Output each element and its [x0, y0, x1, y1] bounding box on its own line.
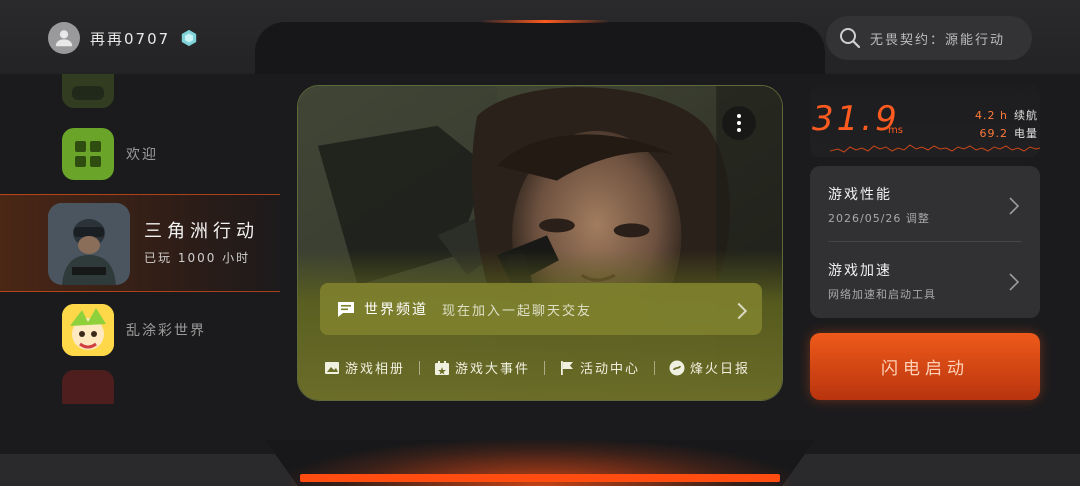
game-boost-title: 游戏加速: [828, 263, 892, 279]
game-performance-row[interactable]: 游戏性能 2026/05/26 调整: [828, 170, 1026, 238]
avatar[interactable]: [48, 22, 80, 54]
search-bar[interactable]: 无畏契约：源能行动: [826, 16, 1032, 60]
more-options-button[interactable]: [722, 106, 756, 140]
world-channel-bar[interactable]: 世界频道 现在加入一起聊天交友: [320, 283, 762, 335]
game-performance-subtitle: 2026/05/26 调整: [828, 212, 930, 225]
game-item-top-partial[interactable]: [62, 74, 126, 108]
user-profile[interactable]: 再再0707: [48, 22, 198, 54]
photo-icon: [325, 361, 339, 374]
performance-stats: 31.9 ms 4.2 h 续航 69.2 电量: [810, 85, 1040, 157]
chat-bubble-icon: [338, 302, 354, 317]
controller-icon: [62, 74, 114, 108]
search-placeholder: 无畏契约：源能行动: [870, 32, 1006, 48]
divider: [654, 360, 656, 375]
link-label: 活动中心: [580, 362, 641, 377]
link-activity-center[interactable]: 活动中心: [559, 358, 640, 377]
battery-life-stat: 4.2 h 续航: [975, 107, 1038, 123]
more-dot-icon: [737, 121, 741, 125]
link-label: 游戏相册: [345, 362, 406, 377]
quick-links: 游戏相册 游戏大事件 活动中心 烽火日报: [324, 358, 750, 377]
game-performance-title: 游戏性能: [828, 187, 892, 203]
game-tools-card: 游戏性能 2026/05/26 调整 游戏加速 网络加速和启动工具: [810, 166, 1040, 318]
chevron-right-icon: [1009, 273, 1020, 291]
game-list[interactable]: 欢迎 三角洲行动 已玩 1000 小时 乱涂彩世界: [0, 74, 280, 404]
calendar-star-icon: [435, 360, 450, 375]
mini-program-icon: [669, 360, 685, 375]
divider: [419, 360, 421, 375]
link-label: 烽火日报: [690, 362, 751, 377]
more-dot-icon: [737, 128, 741, 132]
game-boost-row[interactable]: 游戏加速 网络加速和启动工具: [828, 246, 1026, 314]
game-item-delta-force[interactable]: 三角洲行动 已玩 1000 小时: [0, 194, 280, 292]
game-item-bottom-partial[interactable]: [62, 370, 126, 404]
chevron-right-icon: [1009, 197, 1020, 215]
diamond-badge-icon: [181, 29, 197, 47]
divider: [544, 360, 546, 375]
link-game-events[interactable]: 游戏大事件: [434, 358, 530, 377]
chevron-right-icon: [737, 302, 748, 320]
bottom-accent-line: [300, 474, 780, 482]
lightning-launch-button[interactable]: 闪电启动: [810, 333, 1040, 400]
paint-world-game-icon: [62, 304, 114, 356]
username: 再再0707: [90, 29, 171, 48]
game-boost-subtitle: 网络加速和启动工具: [828, 288, 936, 301]
more-dot-icon: [737, 114, 741, 118]
person-icon: [55, 30, 73, 47]
game-item-paint-world[interactable]: 乱涂彩世界: [62, 304, 206, 356]
active-game-title: 三角洲行动: [144, 221, 259, 242]
search-icon: [840, 28, 861, 49]
featured-banner[interactable]: 世界频道 现在加入一起聊天交友 游戏相册 游戏大事件 活动中心 烽火日报: [297, 85, 783, 401]
red-game-icon: [62, 370, 114, 404]
game-label-paint-world: 乱涂彩世界: [126, 323, 206, 339]
channel-title: 世界频道: [364, 302, 428, 318]
link-label: 游戏大事件: [455, 362, 531, 377]
battery-life-value: 4.2 h: [975, 109, 1008, 122]
link-beacon-daily[interactable]: 烽火日报: [669, 358, 750, 377]
grid-apps-icon: [62, 128, 114, 180]
channel-description: 现在加入一起聊天交友: [442, 303, 593, 319]
top-notch: [255, 22, 825, 74]
ping-sparkline: [830, 144, 1040, 153]
flag-icon: [561, 360, 574, 375]
active-game-playtime: 已玩 1000 小时: [144, 251, 251, 265]
link-game-album[interactable]: 游戏相册: [324, 358, 405, 377]
top-glow: [480, 20, 610, 23]
battery-life-label: 续航: [1014, 109, 1038, 122]
game-item-welcome[interactable]: 欢迎: [62, 128, 158, 180]
delta-force-game-icon: [48, 203, 130, 285]
game-label-welcome: 欢迎: [126, 147, 158, 163]
divider: [828, 241, 1022, 242]
